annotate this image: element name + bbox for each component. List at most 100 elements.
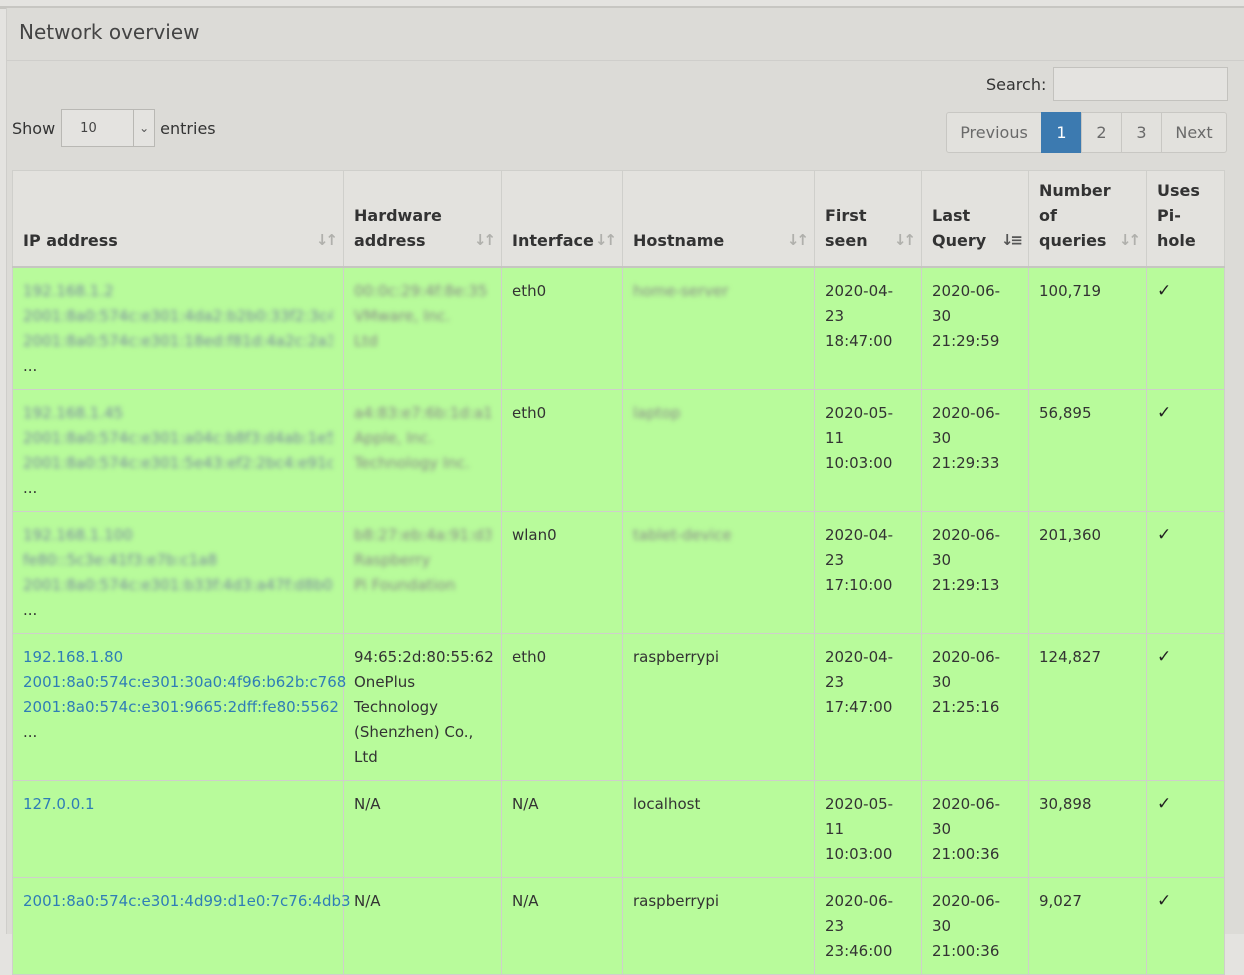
sort-icon: ↓↑ [594, 230, 617, 249]
first-seen-cell: 2020-06-23 23:46:00 [814, 876, 922, 975]
hostname: tablet-device [633, 525, 732, 544]
ip-address-link[interactable]: 2001:8a0:574c:e301:4d99:d1e0:7c76:4db3 [23, 892, 351, 910]
ip-cell: 192.168.1.80 2001:8a0:574c:e301:30a0:4f9… [12, 632, 346, 781]
column-header-num-queries[interactable]: Number of queries ↓↑ [1028, 170, 1147, 268]
hardware-line: Technology Inc. [354, 453, 470, 472]
hardware-line: VMware, Inc. [354, 306, 451, 325]
uses-pihole-cell: ✓ [1146, 266, 1225, 390]
ip-address: 2001:8a0:574c:e301:5e43:ef2:2bc4:e91c [23, 453, 333, 472]
column-header-hostname[interactable]: Hostname ↓↑ [622, 170, 815, 268]
interface-cell: N/A [501, 779, 623, 878]
sort-icon: ↓↑ [1118, 230, 1141, 249]
table-search: Search: [986, 66, 1229, 102]
hostname: laptop [633, 403, 681, 422]
hardware-line: Ltd [354, 331, 378, 350]
hardware-cell: N/A [343, 779, 502, 878]
page-2-button[interactable]: 2 [1081, 112, 1122, 153]
vendor-line: OnePlus [354, 672, 416, 691]
hostname-cell: raspberrypi [622, 632, 815, 781]
vendor-line: Technology [354, 697, 439, 716]
ip-address-link[interactable]: 192.168.1.80 [23, 648, 123, 666]
column-header-interface[interactable]: Interface ↓↑ [501, 170, 623, 268]
hardware-cell: a4:83:e7:6b:1d:a1 Apple, Inc. Technology… [343, 388, 502, 512]
last-query-cell: 2020-06-30 21:00:36 [921, 779, 1029, 878]
page-3-button[interactable]: 3 [1121, 112, 1162, 153]
hardware-cell: 94:65:2d:80:55:62 OnePlus Technology (Sh… [343, 632, 502, 781]
show-label: Show [12, 118, 56, 138]
num-queries-cell: 124,827 [1028, 632, 1147, 781]
column-header-first-seen[interactable]: First seen ↓↑ [814, 170, 922, 268]
table-row: 192.168.1.45 2001:8a0:574c:e301:a04c:b8f… [12, 388, 1225, 512]
hardware-line: Pi Foundation [354, 575, 456, 594]
first-seen-cell: 2020-04-23 17:10:00 [814, 510, 922, 634]
last-query-cell: 2020-06-30 21:25:16 [921, 632, 1029, 781]
interface-cell: wlan0 [501, 510, 623, 634]
hardware-cell: b8:27:eb:4a:91:d3 Raspberry Pi Foundatio… [343, 510, 502, 634]
table-row: 192.168.1.2 2001:8a0:574c:e301:4da2:b2b0… [12, 266, 1225, 390]
ip-ellipsis: ... [23, 356, 38, 375]
hardware-line: 00:0c:29:4f:8e:35 [354, 281, 488, 300]
ip-address: fe80::5c3e:41f3:e7b:c1a8 [23, 550, 218, 569]
interface-cell: N/A [501, 876, 623, 975]
num-queries-cell: 9,027 [1028, 876, 1147, 975]
entries-select[interactable]: 10 ⌄ [61, 109, 156, 147]
last-query-cell: 2020-06-30 21:00:36 [921, 876, 1029, 975]
sort-icon: ↓↑ [473, 230, 496, 249]
ip-address: 192.168.1.100 [23, 525, 133, 544]
ip-address: 2001:8a0:574c:e301:a04c:b8f3:d4ab:1e55 [23, 428, 333, 447]
check-icon: ✓ [1157, 890, 1172, 911]
check-icon: ✓ [1157, 524, 1172, 545]
num-queries-cell: 201,360 [1028, 510, 1147, 634]
last-query-cell: 2020-06-30 21:29:59 [921, 266, 1029, 390]
vendor-line: Ltd [354, 747, 378, 766]
column-header-hardware[interactable]: Hardware address ↓↑ [343, 170, 502, 268]
uses-pihole-cell: ✓ [1146, 388, 1225, 512]
table-row: 2001:8a0:574c:e301:4d99:d1e0:7c76:4db3 N… [12, 876, 1225, 975]
hostname-cell: home-server [622, 266, 815, 390]
interface-cell: eth0 [501, 632, 623, 781]
ip-cell: 127.0.0.1 [12, 779, 344, 878]
ip-address-link[interactable]: 127.0.0.1 [23, 795, 95, 813]
table-length: Show 10 ⌄ entries [12, 109, 216, 147]
hostname-cell: laptop [622, 388, 815, 512]
ip-cell: 192.168.1.45 2001:8a0:574c:e301:a04c:b8f… [12, 388, 344, 512]
ip-address-link[interactable]: 2001:8a0:574c:e301:9665:2dff:fe80:5562 [23, 698, 339, 716]
ip-cell: 192.168.1.2 2001:8a0:574c:e301:4da2:b2b0… [12, 266, 344, 390]
ip-cell: 2001:8a0:574c:e301:4d99:d1e0:7c76:4db3 [12, 876, 351, 975]
check-icon: ✓ [1157, 793, 1172, 814]
hostname: home-server [633, 281, 729, 300]
first-seen-cell: 2020-05-11 10:03:00 [814, 388, 922, 512]
entries-label: entries [160, 118, 216, 138]
uses-pihole-cell: ✓ [1146, 632, 1225, 781]
last-query-cell: 2020-06-30 21:29:13 [921, 510, 1029, 634]
first-seen-cell: 2020-05-11 10:03:00 [814, 779, 922, 878]
entries-select-value: 10 [80, 121, 97, 136]
check-icon: ✓ [1157, 280, 1172, 301]
hardware-line: Apple, Inc. [354, 428, 434, 447]
hostname-cell: localhost [622, 779, 815, 878]
column-header-ip[interactable]: IP address ↓↑ [12, 170, 344, 268]
check-icon: ✓ [1157, 402, 1172, 423]
sort-desc-icon: ↓≡ [1000, 230, 1023, 249]
hardware-line: b8:27:eb:4a:91:d3 [354, 525, 491, 544]
hostname-cell: tablet-device [622, 510, 815, 634]
ip-ellipsis: ... [23, 478, 38, 497]
hardware-line: a4:83:e7:6b:1d:a1 [354, 403, 491, 422]
uses-pihole-cell: ✓ [1146, 779, 1225, 878]
sort-icon: ↓↑ [893, 230, 916, 249]
chevron-down-icon: ⌄ [133, 110, 154, 146]
column-header-uses-pihole[interactable]: Uses Pi-hole [1146, 170, 1225, 268]
ip-address-link[interactable]: 2001:8a0:574c:e301:30a0:4f96:b62b:c768 [23, 673, 346, 691]
search-input[interactable] [1053, 67, 1229, 101]
hardware-cell: N/A [343, 876, 502, 975]
table-row: 192.168.1.80 2001:8a0:574c:e301:30a0:4f9… [12, 632, 1225, 781]
next-page-button[interactable]: Next [1161, 112, 1227, 153]
mac-address: 94:65:2d:80:55:62 [354, 647, 494, 666]
last-query-cell: 2020-06-30 21:29:33 [921, 388, 1029, 512]
first-seen-cell: 2020-04-23 17:47:00 [814, 632, 922, 781]
column-header-last-query[interactable]: Last Query ↓≡ [921, 170, 1029, 268]
page-1-button[interactable]: 1 [1041, 112, 1082, 153]
ip-address: 192.168.1.2 [23, 281, 114, 300]
previous-page-button[interactable]: Previous [946, 112, 1042, 153]
search-label: Search: [986, 74, 1047, 94]
